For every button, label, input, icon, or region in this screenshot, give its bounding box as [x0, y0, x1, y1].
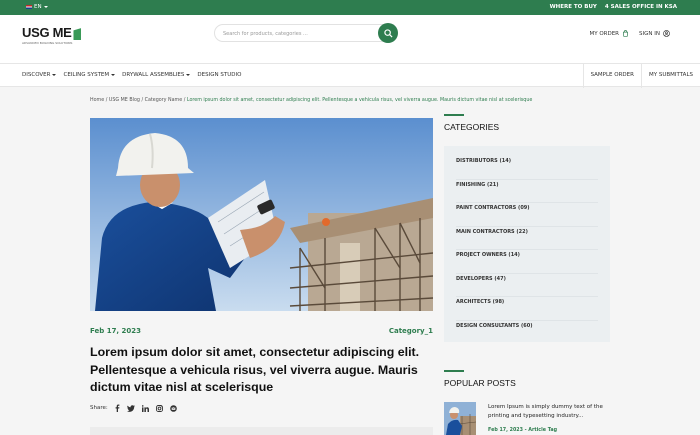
share-label: Share:	[90, 405, 108, 411]
popular-posts-title: POPULAR POSTS	[444, 377, 516, 388]
category-item[interactable]: FINISHING (21)	[456, 180, 598, 203]
cart-icon	[623, 30, 628, 37]
logo-text: USG ME	[22, 25, 72, 40]
category-item[interactable]: ARCHITECTS (98)	[456, 297, 598, 321]
chevron-down-icon	[186, 74, 191, 76]
article-meta: Feb 17, 2023 Category_1	[90, 327, 433, 335]
nav-label: DISCOVER	[22, 72, 51, 78]
categories-heading: CATEGORIES	[444, 114, 499, 132]
instagram-icon[interactable]	[155, 404, 163, 412]
email-icon[interactable]	[169, 404, 177, 412]
heading-accent	[444, 370, 464, 372]
sign-in-label: SIGN IN	[639, 30, 660, 37]
nav-label: DESIGN STUDIO	[197, 72, 242, 78]
heading-accent	[444, 114, 464, 116]
article-date: Feb 17, 2023	[90, 327, 142, 335]
category-item[interactable]: DISTRIBUTORS (14)	[456, 156, 598, 180]
sample-order-link[interactable]: SAMPLE ORDER	[582, 64, 641, 88]
nav-item-ceiling-system[interactable]: CEILING SYSTEM	[63, 72, 116, 78]
popular-post-item[interactable]: Lorem Ipsum is simply dummy text of the …	[444, 402, 614, 435]
logo-tagline: ADVANCED BUILDING SOLUTIONS	[22, 41, 73, 45]
main-navigation: DISCOVER CEILING SYSTEM DRYWALL ASSEMBLI…	[0, 63, 700, 88]
post-thumbnail-image	[444, 402, 476, 435]
sales-office-link[interactable]: 4 SALES OFFICE IN KSA	[605, 4, 677, 10]
my-order-link[interactable]: MY ORDER	[589, 30, 629, 37]
article-hero-image	[90, 118, 433, 311]
popular-post-thumbnail	[444, 402, 476, 435]
top-utility-bar: EN WHERE TO BUY 4 SALES OFFICE IN KSA	[0, 0, 700, 15]
article-title: Lorem ipsum dolor sit amet, consectetur …	[90, 345, 420, 394]
category-item[interactable]: MAIN CONTRACTORS (22)	[456, 227, 598, 250]
category-item[interactable]: DEVELOPERS (47)	[456, 274, 598, 297]
my-order-label: MY ORDER	[589, 30, 620, 37]
sign-in-link[interactable]: SIGN IN	[639, 30, 670, 37]
search-button[interactable]	[378, 23, 398, 43]
twitter-icon[interactable]	[126, 404, 135, 412]
nav-item-discover[interactable]: DISCOVER	[22, 72, 57, 78]
where-to-buy-link[interactable]: WHERE TO BUY	[550, 4, 597, 10]
share-bar: Share:	[90, 404, 177, 412]
construction-engineer-image	[90, 118, 433, 311]
popular-post-title[interactable]: Lorem Ipsum is simply dummy text of the …	[488, 403, 610, 420]
site-header: USG ME ADVANCED BUILDING SOLUTIONS Searc…	[0, 15, 700, 63]
category-item[interactable]: DESIGN CONSULTANTS (60)	[456, 321, 598, 345]
breadcrumb-trail[interactable]: Home / USG ME Blog / Category Name /	[90, 98, 187, 103]
language-selector[interactable]: EN	[26, 4, 48, 10]
site-logo[interactable]: USG ME ADVANCED BUILDING SOLUTIONS	[22, 25, 82, 45]
search-icon	[383, 28, 393, 38]
linkedin-icon[interactable]	[141, 404, 149, 412]
logo-mark-icon	[73, 28, 82, 40]
nav-item-design-studio[interactable]: DESIGN STUDIO	[197, 72, 241, 78]
nav-label: DRYWALL ASSEMBLIES	[122, 72, 185, 78]
popular-post-meta: Feb 17, 2023 - Article Tag	[488, 428, 558, 433]
nav-label: CEILING SYSTEM	[63, 72, 110, 78]
chevron-down-icon	[52, 74, 57, 76]
breadcrumb-current: Lorem ipsum dolor sit amet, consectetur …	[186, 98, 533, 103]
my-submittals-link[interactable]: MY SUBMITTALS	[640, 64, 700, 88]
facebook-icon[interactable]	[115, 404, 120, 412]
categories-title: CATEGORIES	[444, 121, 500, 132]
article-body-start	[90, 427, 433, 435]
flag-icon	[26, 5, 32, 9]
category-item[interactable]: PROJECT OWNERS (14)	[456, 250, 598, 274]
breadcrumb: Home / USG ME Blog / Category Name / Lor…	[90, 98, 532, 103]
categories-list: DISTRIBUTORS (14) FINISHING (21) PAINT C…	[444, 146, 610, 342]
category-item[interactable]: PAINT CONTRACTORS (09)	[456, 203, 598, 227]
search-bar: Search for products, categories ...	[214, 23, 398, 43]
chevron-down-icon	[43, 6, 48, 8]
popular-posts-heading: POPULAR POSTS	[444, 370, 516, 388]
language-label: EN	[34, 4, 42, 10]
chevron-down-icon	[111, 74, 116, 76]
article-category[interactable]: Category_1	[389, 327, 433, 335]
search-input[interactable]: Search for products, categories ...	[214, 24, 396, 42]
user-icon	[663, 30, 670, 37]
nav-item-drywall-assemblies[interactable]: DRYWALL ASSEMBLIES	[122, 72, 191, 78]
